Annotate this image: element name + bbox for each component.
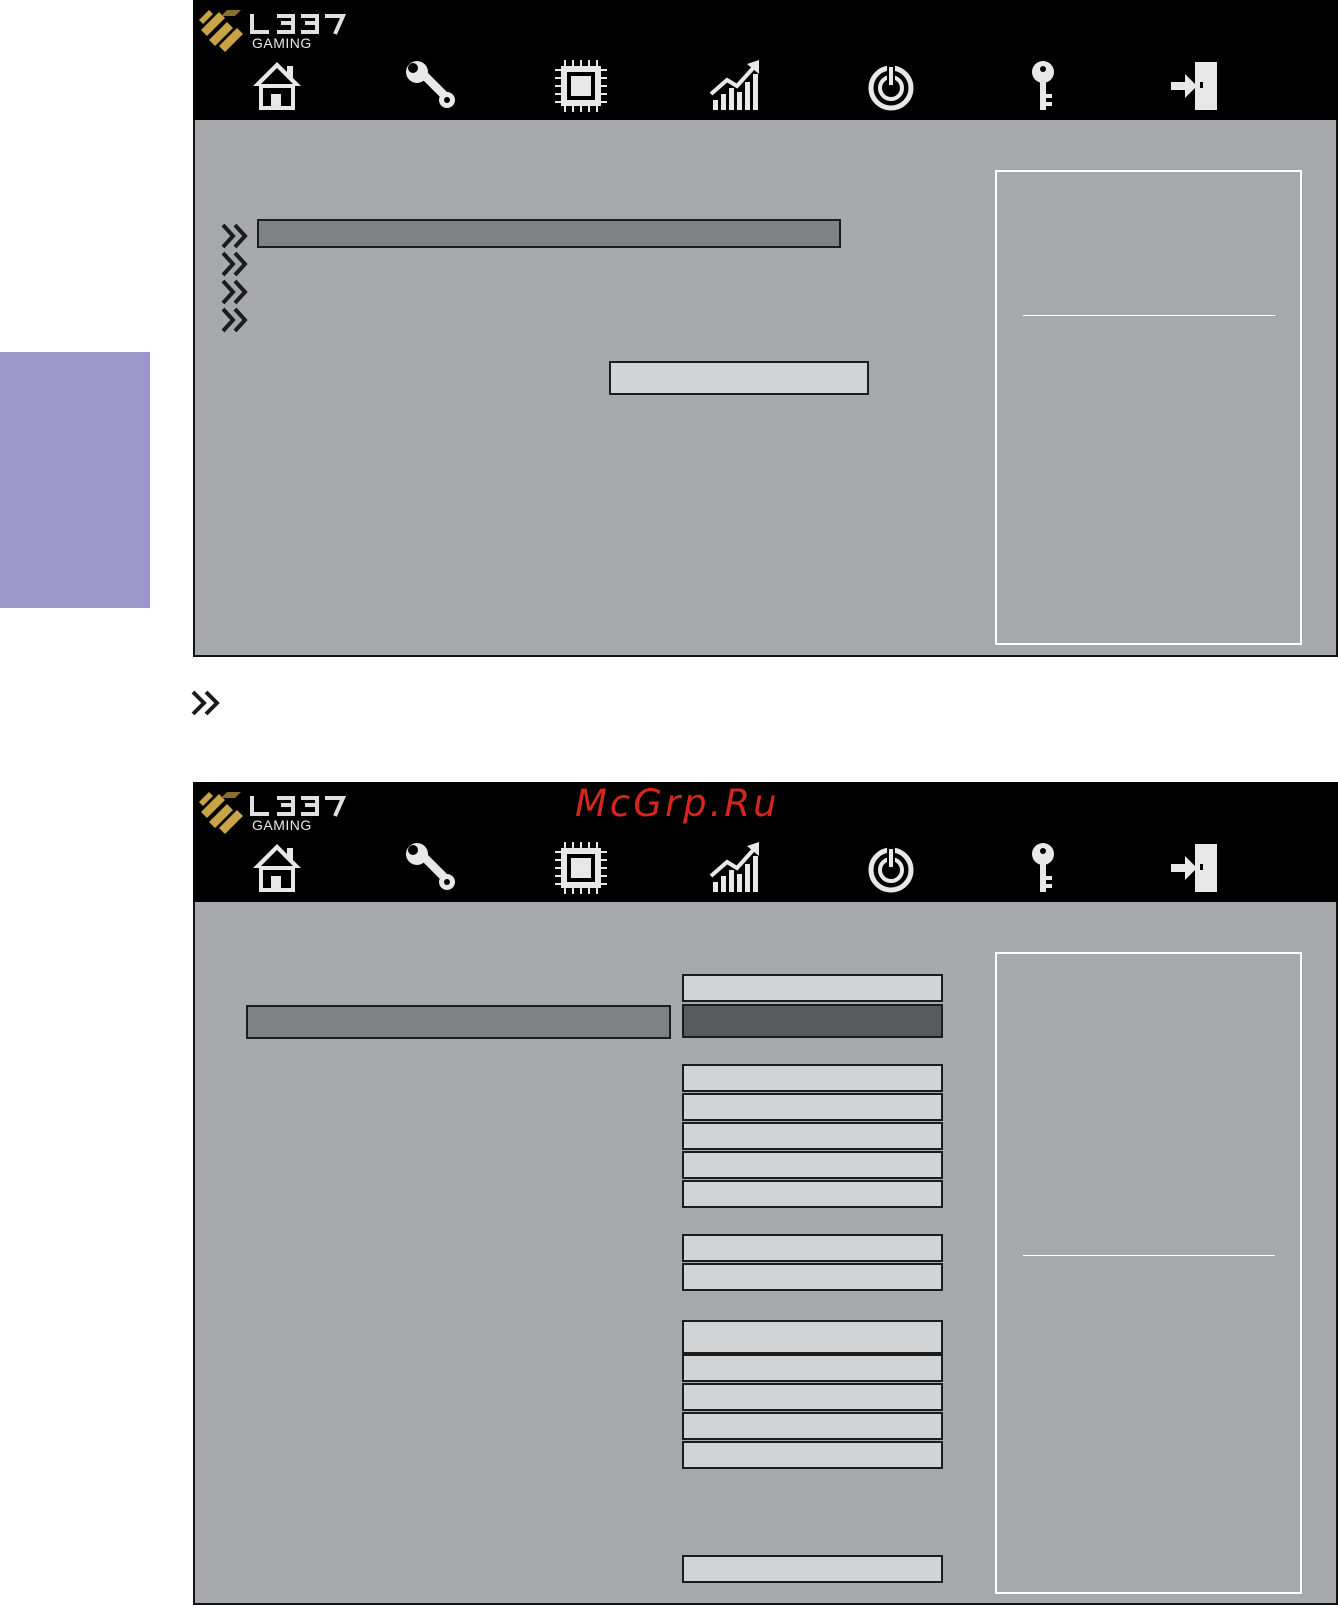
- top-bar: GAMING: [193, 0, 1338, 120]
- watermark: McGrp.Ru: [575, 782, 780, 825]
- chevron-right-icon: [221, 307, 248, 333]
- value-field[interactable]: [682, 974, 943, 1002]
- wrench-icon[interactable]: [401, 58, 457, 114]
- help-panel: [995, 170, 1302, 645]
- wrench-icon[interactable]: [401, 840, 457, 896]
- home-icon[interactable]: [249, 58, 305, 114]
- chevron-right-icon: [191, 690, 220, 716]
- value-field[interactable]: [682, 1064, 943, 1092]
- chart-icon[interactable]: [707, 840, 763, 896]
- selected-menu-item[interactable]: [257, 219, 841, 248]
- chip-icon[interactable]: [553, 840, 609, 896]
- value-field[interactable]: [682, 1441, 943, 1469]
- value-field[interactable]: [682, 1263, 943, 1291]
- logo-emblem-icon: [199, 10, 243, 52]
- value-field[interactable]: [682, 1122, 943, 1150]
- help-divider: [1023, 315, 1275, 316]
- value-field[interactable]: [682, 1093, 943, 1121]
- value-field[interactable]: [682, 1180, 943, 1208]
- main-panel: [193, 120, 1338, 657]
- logo-emblem-icon: [199, 792, 243, 834]
- value-field-selected[interactable]: [682, 1004, 943, 1038]
- chevron-right-icon: [221, 251, 248, 277]
- value-field[interactable]: [682, 1383, 943, 1411]
- nav-bar: [193, 54, 1338, 120]
- logo-subtext: GAMING: [252, 35, 312, 51]
- chevron-right-icon: [221, 279, 248, 305]
- bios-screen-1: GAMING: [193, 0, 1338, 657]
- value-field[interactable]: [682, 1412, 943, 1440]
- value-field[interactable]: [682, 1151, 943, 1179]
- logo-wordmark: [250, 14, 347, 35]
- selected-menu-item[interactable]: [246, 1005, 671, 1039]
- chip-icon[interactable]: [553, 58, 609, 114]
- brand-logo: GAMING: [197, 6, 357, 52]
- home-icon[interactable]: [249, 840, 305, 896]
- value-field[interactable]: [682, 1320, 943, 1354]
- value-field[interactable]: [682, 1354, 943, 1382]
- power-icon[interactable]: [863, 58, 919, 114]
- bios-screen-2: GAMING: [193, 782, 1338, 1605]
- value-field[interactable]: [682, 1234, 943, 1262]
- value-field[interactable]: [609, 361, 869, 395]
- key-icon[interactable]: [1015, 58, 1071, 114]
- nav-bar: [193, 836, 1338, 902]
- power-icon[interactable]: [863, 840, 919, 896]
- exit-icon[interactable]: [1167, 58, 1223, 114]
- logo-wordmark: [250, 796, 347, 817]
- key-icon[interactable]: [1015, 840, 1071, 896]
- value-field[interactable]: [682, 1555, 943, 1583]
- side-tab: [0, 352, 150, 608]
- brand-logo: GAMING: [197, 788, 357, 834]
- main-panel: [193, 902, 1338, 1605]
- exit-icon[interactable]: [1167, 840, 1223, 896]
- logo-subtext: GAMING: [252, 817, 312, 833]
- help-divider: [1023, 1255, 1275, 1256]
- help-panel: [995, 952, 1302, 1594]
- chart-icon[interactable]: [707, 58, 763, 114]
- chevron-right-icon: [221, 223, 248, 249]
